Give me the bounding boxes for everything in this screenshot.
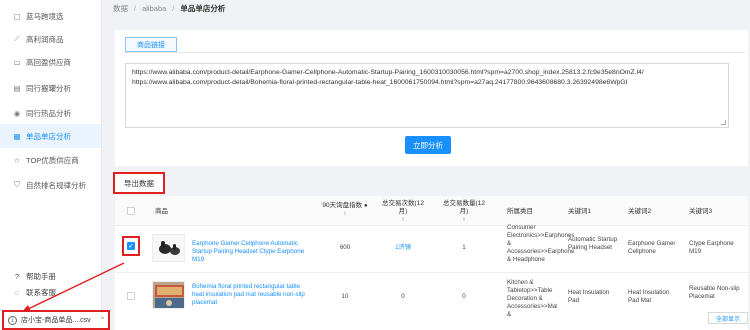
breadcrumb-item[interactable]: 数据 [113,4,128,13]
keyword2: Earphone Gamer Cellphone [628,240,676,255]
export-data-button[interactable]: 导出数据 [113,172,165,194]
download-file-bar[interactable]: ⤓ 店小宝-商品单品....csv ^ [2,310,110,330]
trade-count: 0 [401,293,405,300]
sidebar-item-label: 高利润商品 [26,34,64,44]
doc-icon: ▤ [13,83,21,93]
shield-icon: ⛉ [14,180,20,189]
column-header-keyword3: 关键词3 [689,208,713,215]
file-icon: ▢ [13,11,21,21]
sort-icon: ⇕ [342,211,348,217]
sidebar-item-label: TOP优质供应商 [26,155,79,165]
product-thumbnail[interactable] [152,234,185,262]
column-header-keyword2: 关键词2 [628,208,652,215]
column-header-keyword1: 关键词1 [568,208,592,215]
column-header-quantity[interactable]: 总交易数量(12月) ⇕ [441,200,487,224]
briefcase-icon: ▭ [13,57,21,67]
sidebar-item-0[interactable]: ▢ 蓝马跨境选 [0,4,101,28]
keyword3: Ctype Earphone M19 [689,240,734,255]
sidebar-item-label: 同行搬罐分析 [26,83,71,93]
sidebar-item-7[interactable]: ⛉ 自然排名规律分析 [0,173,101,197]
breadcrumb: 数据 / alibaba / 单品单店分析 [113,4,226,13]
sidebar-item-label: 自然排名规律分析 [26,180,86,190]
file-download-icon: ⤓ [8,315,17,325]
url-line: https://www.alibaba.com/product-detail/E… [132,69,644,76]
column-header-trades[interactable]: 总交易次数(12月) ⇕ [380,200,426,224]
keyword1: Heat Insulation Pad [568,289,610,304]
chat-icon: ◌ [14,287,20,297]
keyword3: Reusable Non-slip Placemat [689,285,740,300]
divider [115,272,748,273]
product-title-link[interactable]: Bohemia floral printed rectangular table… [192,283,310,307]
category: Consumer Electronics>>Earphones & Access… [507,224,575,263]
keyword2: Heat Insulation Pad Mat [628,289,670,304]
chart-icon: ▦ [13,131,21,141]
earbuds-image [153,235,184,261]
help-manual-link[interactable]: ? 帮助手册 [0,269,101,283]
breadcrumb-item[interactable]: alibaba [142,4,166,13]
sidebar-item-5[interactable]: ▦ 单品单店分析 [0,124,101,148]
url-line: https://www.alibaba.com/product-detail/B… [132,79,628,86]
trade-count-link[interactable]: 1济镜 [380,244,426,252]
main-content: 数据 / alibaba / 单品单店分析 商品链接 https://www.aliba… [103,0,750,330]
tab-product-link[interactable]: 商品链接 [125,37,177,52]
sidebar-item-label: 高回盈供应商 [26,57,71,67]
sidebar-item-4[interactable]: ◉ 同行热品分析 [0,101,101,125]
trade-quantity: 1 [462,244,466,251]
inquiry-index: 10 [341,293,349,300]
inquiry-index: 600 [339,244,351,251]
show-all-button[interactable]: 全部显示 [708,312,748,324]
column-header-category: 所属类目 [507,208,533,215]
sidebar-item-label: 单品单店分析 [26,131,71,141]
sidebar-item-label: 同行热品分析 [26,108,71,118]
breadcrumb-current: 单品单店分析 [180,4,226,13]
product-title-link[interactable]: Earphone Gamer Cellphone Automatic Start… [192,240,310,264]
category: Kitchen & Tabletop>>Table Decoration & A… [507,279,557,318]
results-table: 商品 90天询盘指数 ● ⇕ 总交易次数(12月) ⇕ 总交易数量(12月) ⇕ 所属… [115,196,748,330]
trend-icon: ⟋ [14,34,20,43]
sidebar-item-6[interactable]: ☆ TOP优质供应商 [0,148,101,172]
column-header-inquiry[interactable]: 90天询盘指数 ● ⇕ [321,202,369,218]
link-input-panel: 商品链接 https://www.alibaba.com/product-det… [115,30,748,166]
chevron-up-icon[interactable]: ^ [101,317,104,323]
select-all-checkbox[interactable] [127,207,135,215]
product-thumbnail[interactable] [152,281,185,309]
target-icon: ◉ [13,108,21,118]
trade-quantity: 0 [462,293,466,300]
row-checkbox[interactable] [127,292,135,300]
resize-handle[interactable] [721,120,726,125]
download-filename: 店小宝-商品单品....csv [21,317,91,324]
star-icon: ☆ [13,155,21,165]
divider [125,52,745,53]
sidebar-item-1[interactable]: ⟋ 高利润商品 [0,27,101,51]
keyword1: Automatic Startup Pairing Headset [568,236,618,251]
analyze-button[interactable]: 立即分析 [405,136,451,154]
sidebar: ▢ 蓝马跨境选 ⟋ 高利润商品 ▭ 高回盈供应商 ▤ 同行搬罐分析 ◉ 同行热品分析 ▦ 单… [0,0,102,330]
url-textarea[interactable]: https://www.alibaba.com/product-detail/E… [125,63,729,128]
column-header-product: 商品 [155,208,168,215]
row-checkbox[interactable]: ✓ [127,242,135,250]
table-header: 商品 90天询盘指数 ● ⇕ 总交易次数(12月) ⇕ 总交易数量(12月) ⇕ 所属… [115,196,748,226]
sort-icon: ⇕ [400,217,406,223]
contact-support-link[interactable]: ◌ 联系客服 [0,285,101,299]
sidebar-item-label: 蓝马跨境选 [26,11,64,21]
sidebar-item-2[interactable]: ▭ 高回盈供应商 [0,50,101,74]
sort-icon: ⇕ [461,217,467,223]
help-icon: ? [14,271,20,281]
sidebar-item-3[interactable]: ▤ 同行搬罐分析 [0,76,101,100]
placemat-image [153,282,184,308]
